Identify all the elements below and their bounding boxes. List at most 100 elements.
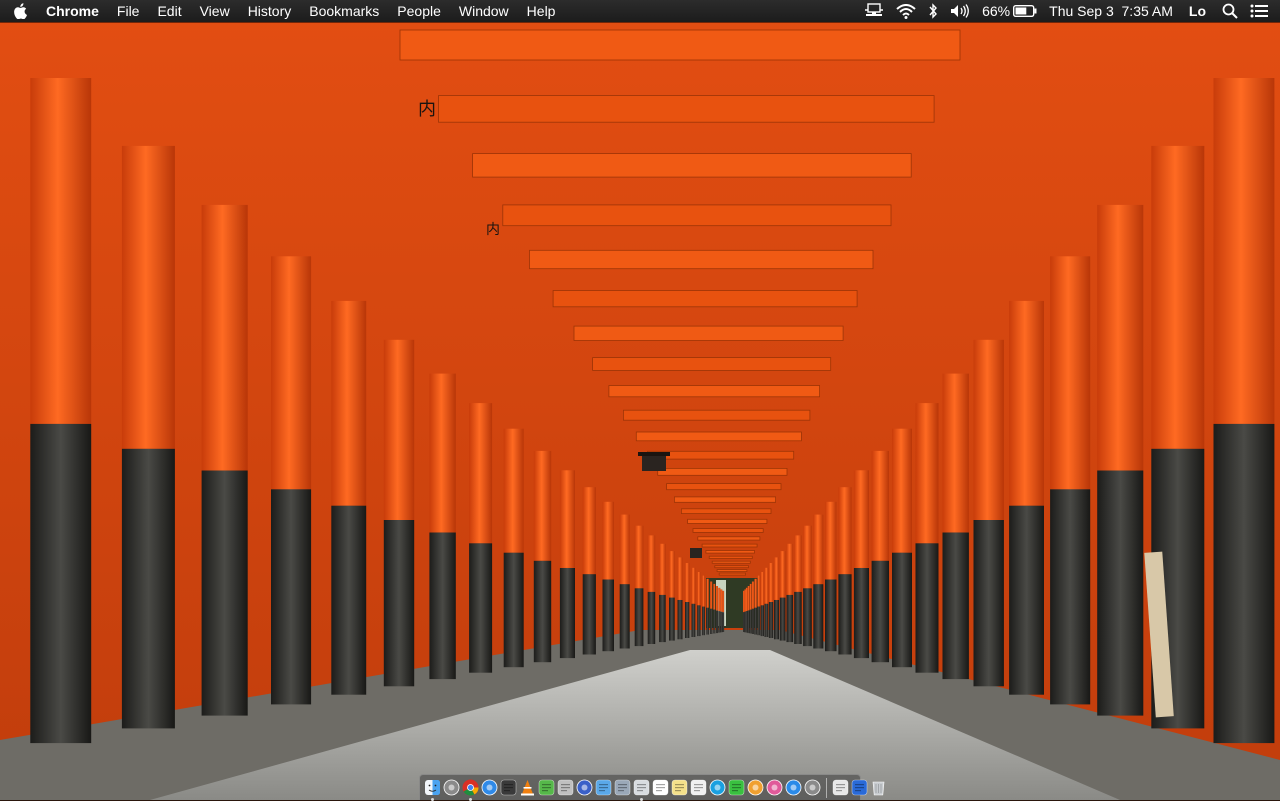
- skype-icon[interactable]: [709, 779, 726, 796]
- notification-center-icon[interactable]: [1244, 0, 1280, 22]
- torii-beam: [438, 95, 935, 123]
- xcode-icon[interactable]: [595, 779, 612, 796]
- menu-edit[interactable]: Edit: [148, 0, 190, 22]
- trash-icon[interactable]: [870, 779, 887, 796]
- automator-icon[interactable]: [557, 779, 574, 796]
- sublime-icon[interactable]: [500, 779, 517, 796]
- torii-pillar: [1050, 256, 1091, 705]
- torii-beam: [705, 550, 755, 554]
- torii-pillar: [779, 551, 786, 641]
- apple-icon[interactable]: [0, 0, 40, 22]
- torii-pillar: [942, 373, 969, 680]
- torii-pillar: [669, 551, 675, 641]
- torii-pillar: [871, 450, 889, 663]
- torii-pillar: [30, 78, 92, 744]
- menu-history[interactable]: History: [239, 0, 301, 22]
- itunes-icon[interactable]: [766, 779, 783, 796]
- dock: [419, 774, 885, 801]
- torii-beam: [708, 555, 753, 559]
- menu-help[interactable]: Help: [518, 0, 565, 22]
- notes-icon[interactable]: [671, 779, 688, 796]
- torii-pillar: [383, 339, 415, 687]
- torii-beam: [608, 385, 821, 398]
- torii-beam: [697, 536, 761, 541]
- torii-pillar: [973, 339, 1004, 687]
- torii-pillar: [710, 581, 713, 634]
- chrome-icon[interactable]: [462, 779, 479, 801]
- torii-pillar: [559, 470, 575, 659]
- photos-icon[interactable]: [747, 779, 764, 796]
- torii-pillar: [697, 572, 701, 637]
- calendar-icon[interactable]: [652, 779, 669, 796]
- torii-pillar: [619, 514, 630, 649]
- preview-icon[interactable]: [614, 779, 631, 796]
- app-menu-chrome[interactable]: Chrome: [40, 0, 108, 22]
- torii-pillar: [1009, 300, 1044, 695]
- menu-view[interactable]: View: [191, 0, 239, 22]
- torii-beam: [529, 249, 874, 270]
- torii-pillar: [764, 567, 769, 637]
- finder-icon[interactable]: [424, 779, 441, 801]
- torii-beam: [573, 325, 844, 341]
- torii-beam: [711, 560, 751, 564]
- menu-people[interactable]: People: [388, 0, 450, 22]
- clock[interactable]: Thu Sep 3 7:35 AM: [1043, 0, 1179, 22]
- torii-pillar: [713, 583, 716, 634]
- torii-pillar: [331, 300, 367, 695]
- messages-icon[interactable]: [728, 779, 745, 796]
- torii-pillar: [720, 589, 723, 633]
- torii-pillar: [1097, 204, 1144, 716]
- airplay-icon[interactable]: [858, 0, 890, 22]
- torii-pillar: [760, 572, 764, 637]
- torii-pillar: [754, 578, 757, 635]
- torii-pillar: [774, 557, 779, 640]
- documents-stack-icon[interactable]: [832, 779, 849, 796]
- wifi-icon[interactable]: [890, 0, 922, 22]
- menu-window[interactable]: Window: [450, 0, 518, 22]
- textedit-icon[interactable]: [690, 779, 707, 796]
- battery-status[interactable]: 66%: [976, 0, 1043, 22]
- torii-pillar: [201, 204, 248, 716]
- screenshot-icon[interactable]: [633, 779, 650, 801]
- bluetooth-icon[interactable]: [922, 0, 944, 22]
- downloads-stack-icon[interactable]: [851, 779, 868, 796]
- torii-beam: [681, 508, 772, 514]
- torii-pillar: [915, 403, 939, 673]
- safari-icon[interactable]: [481, 779, 498, 796]
- battery-percent: 66%: [982, 3, 1011, 19]
- torii-beam: [687, 518, 768, 524]
- torii-beam: [635, 431, 802, 442]
- torii-pillar: [892, 428, 912, 668]
- volume-icon[interactable]: [944, 0, 976, 22]
- gate-sign: 内: [418, 99, 436, 120]
- preferences-icon[interactable]: [804, 779, 821, 796]
- torii-pillar: [659, 543, 666, 643]
- torii-beam: [692, 528, 764, 533]
- torii-pillar: [634, 525, 644, 647]
- menu-file[interactable]: File: [108, 0, 149, 22]
- torii-beam: [657, 467, 788, 476]
- torii-pillar: [271, 256, 312, 705]
- torii-pillar: [751, 581, 755, 634]
- battery-icon: [1013, 5, 1037, 17]
- torii-beam: [716, 569, 748, 572]
- torii-pillar: [825, 501, 837, 652]
- launchpad-icon[interactable]: [443, 779, 460, 796]
- globe-icon[interactable]: [576, 779, 593, 796]
- torii-beam: [502, 204, 892, 227]
- torii-beam: [666, 483, 782, 491]
- fast-user-switch[interactable]: Lo: [1179, 0, 1216, 22]
- torii-pillar: [602, 501, 614, 652]
- gate-sign: 内: [486, 222, 500, 238]
- utorrent-icon[interactable]: [538, 779, 555, 796]
- torii-pillar: [533, 450, 552, 663]
- torii-pillar: [853, 470, 869, 659]
- torii-pillar: [702, 575, 705, 636]
- lantern: [638, 452, 670, 471]
- torii-pillar: [121, 145, 175, 729]
- vlc-icon[interactable]: [519, 779, 536, 796]
- menu-bookmarks[interactable]: Bookmarks: [300, 0, 388, 22]
- torii-pillar: [716, 586, 718, 634]
- spotlight-icon[interactable]: [1216, 0, 1244, 22]
- appstore-icon[interactable]: [785, 779, 802, 796]
